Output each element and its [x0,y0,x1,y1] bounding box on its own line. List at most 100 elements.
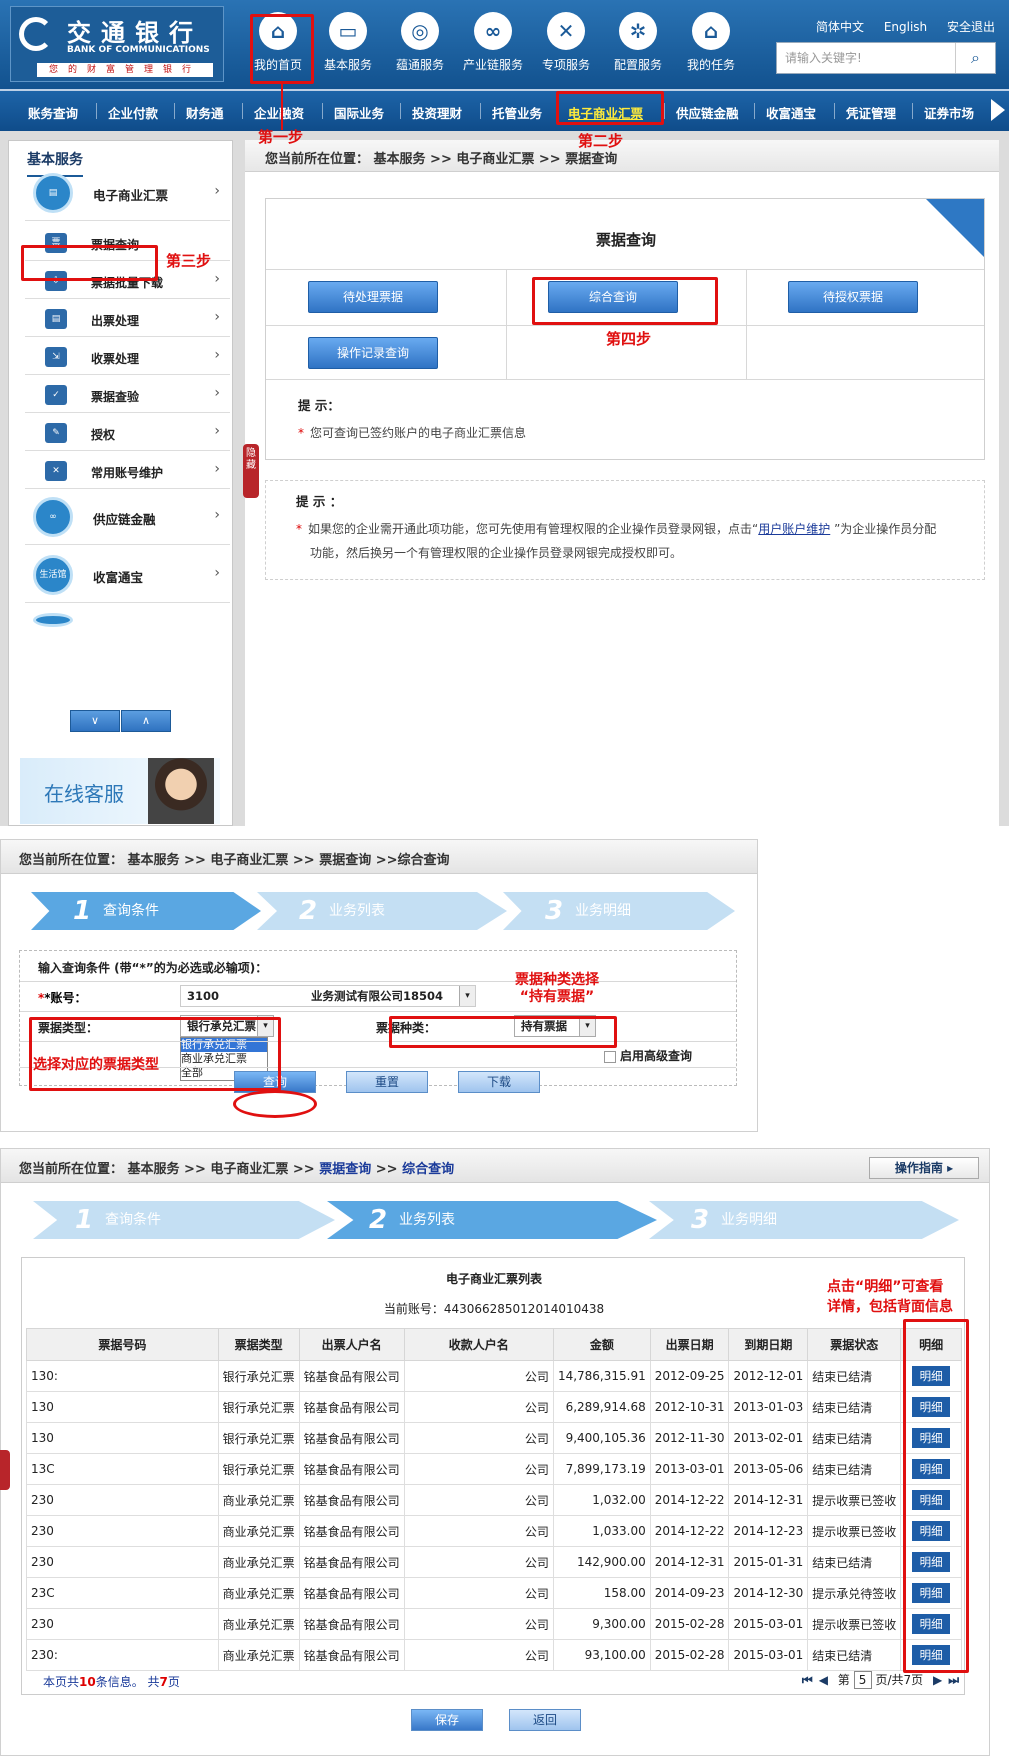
reset-button[interactable]: 重置 [346,1071,428,1093]
section-main-menu: 交通银行 BANK OF COMMUNICATIONS 您的财富管理银行 ⌂ 我的… [0,0,1009,826]
highlight-home [250,14,314,84]
pending-authorize-button[interactable]: 待授权票据 [788,281,918,313]
top-links: 简体中文 English 安全退出 [800,18,995,35]
table-cell: 2013-05-06 [728,1453,809,1485]
menu-item-3[interactable]: 企业融资 [254,103,304,122]
section-query-conditions: 您当前所在位置： 基本服务 >> 电子商业汇票 >> 票据查询 >>综合查询 1… [0,839,758,1132]
sidebar-subitem-6[interactable]: ✕ 常用账号维护 › [25,453,230,489]
table-cell: 银行承兑汇票 [217,1422,300,1454]
topnav-label: 蕴通服务 [395,58,444,72]
menu-item-11[interactable]: 证券市场 [924,103,974,122]
checkbox[interactable] [604,1050,616,1063]
topnav-item-4[interactable]: ✕ 专项服务 [530,12,602,73]
pending-bills-button[interactable]: 待处理票据 [308,281,438,313]
menu-item-8[interactable]: 供应链金融 [676,103,739,122]
table-cell: 2015-01-31 [728,1546,809,1578]
search-input[interactable]: 请输入关键字! ⌕ [776,42,996,74]
topnav-item-5[interactable]: ✲ 配置服务 [602,12,674,73]
service-avatar [148,758,214,824]
table-cell: 商业承兑汇票 [217,1484,300,1516]
operation-log-button[interactable]: 操作记录查询 [308,337,438,369]
table-cell: 2013-03-01 [649,1453,730,1485]
authorize-icon: ✎ [45,423,67,443]
main-menu-bar: 账务查询 企业付款 财务通 企业融资 国际业务 投资理财 托管业务 电子商业汇票 供应链金融 收富… [0,89,1009,131]
bill-query-link[interactable]: 票据查询 [319,1162,371,1177]
form-title: 输入查询条件 (带“*”的为必选或必输项)： [38,961,268,975]
sidebar-item-ebill[interactable]: ▤ 电子商业汇票 › [25,165,230,221]
menu-item-9[interactable]: 收富通宝 [766,103,816,122]
menu-item-6[interactable]: 托管业务 [492,103,542,122]
sidebar-subitem-3[interactable]: ⇲ 收票处理 › [25,339,230,375]
topnav-item-1[interactable]: ▭ 基本服务 [312,12,384,73]
column-header: 票据状态 [807,1328,902,1361]
search-icon[interactable]: ⌕ [955,43,995,73]
table-cell: 结束已结清 [807,1546,902,1578]
table-cell: 2013-02-01 [728,1422,809,1454]
back-button[interactable]: 返回 [509,1709,581,1731]
table-row: 230 商业承兑汇票 铭基食品有限公司 公司 1,033.00 2014-12-22 201… [26,1515,962,1547]
operation-guide-button[interactable]: 操作指南 ▸ [869,1157,979,1179]
sidebar-subitem-label: 票据查验 [91,390,140,404]
lang-en-link[interactable]: English [884,20,927,34]
user-account-maintenance-link[interactable]: 用户账户维护 [758,522,830,536]
prev-page-icon[interactable]: ◀ [819,1673,828,1687]
table-cell: 9,400,105.36 [552,1422,651,1454]
table-cell: 银行承兑汇票 [217,1360,300,1392]
sidebar-item-label: 电子商业汇票 [93,188,169,203]
table-row: 230 商业承兑汇票 铭基食品有限公司 公司 9,300.00 2015-02-28 201… [26,1608,962,1640]
menu-item-2[interactable]: 财务通 [186,103,224,122]
table-cell: 铭基食品有限公司 [298,1422,405,1454]
logout-link[interactable]: 安全退出 [947,20,995,34]
download-button[interactable]: 下载 [458,1071,540,1093]
advanced-query-toggle[interactable]: 启用高级查询 [604,1047,692,1064]
scroll-up-button[interactable]: ∧ [121,710,171,732]
scroll-down-button[interactable]: ∨ [70,710,120,732]
online-service-banner[interactable]: 在线客服 [20,758,220,824]
topnav-item-6[interactable]: ⌂ 我的任务 [675,12,747,73]
account-select[interactable]: 3100 业务测试有限公司18504 ▾ [180,985,476,1007]
table-cell: 提示承兑待签收 [807,1577,902,1609]
partial-icon [33,613,73,627]
sidebar-subitem-4[interactable]: ✓ 票据查验 › [25,377,230,413]
topnav-item-3[interactable]: ∞ 产业链服务 [457,12,529,73]
menu-item-0[interactable]: 账务查询 [28,103,78,122]
sidebar-subitem-5[interactable]: ✎ 授权 › [25,415,230,451]
hide-sidebar-tab[interactable]: 隐藏 [243,444,259,498]
sidebar-item-shoufu[interactable]: 生活馆 收富通宝 › [25,547,230,603]
menu-item-4[interactable]: 国际业务 [334,103,384,122]
sidebar-subitem-2[interactable]: ▤ 出票处理 › [25,301,230,337]
table-cell: 130 [26,1391,219,1423]
next-page-icon[interactable]: ▶ [933,1673,942,1687]
logo-en-text: BANK OF COMMUNICATIONS [67,45,210,55]
chevron-right-icon: › [214,309,220,325]
menu-next-arrow-icon[interactable] [991,99,1005,121]
sidebar-item-supply-chain[interactable]: ∞ 供应链金融 › [25,489,230,545]
table-cell: 商业承兑汇票 [217,1546,300,1578]
save-button[interactable]: 保存 [411,1709,483,1731]
table-cell: 公司 [403,1546,554,1578]
note-detail: 点击“明细”可查看 详情，包括背面信息 [827,1279,953,1315]
logo-slogan: 您的财富管理银行 [37,63,213,77]
first-page-icon[interactable]: ⏮ [802,1673,813,1687]
table-cell: 7,899,173.19 [552,1453,651,1485]
comprehensive-query-link[interactable]: 综合查询 [402,1162,454,1177]
table-cell: 1,032.00 [552,1484,651,1516]
table-cell: 142,900.00 [552,1546,651,1578]
menu-item-5[interactable]: 投资理财 [412,103,462,122]
receive-icon: ⇲ [45,347,67,367]
tip-title-2: 提 示 ： [296,494,343,509]
chevron-right-icon: › [214,183,220,199]
lang-cn-link[interactable]: 简体中文 [816,20,864,34]
table-cell: 商业承兑汇票 [217,1608,300,1640]
panel-title: 票据查询 [595,231,656,249]
side-tab-marker[interactable] [0,1450,10,1490]
printer-icon: ▤ [45,309,67,329]
last-page-icon[interactable]: ⏭ [948,1673,959,1687]
menu-item-1[interactable]: 企业付款 [108,103,158,122]
topnav-item-2[interactable]: ◎ 蕴通服务 [384,12,456,73]
page-number-input[interactable]: 5 [853,1671,872,1689]
bank-logo[interactable]: 交通银行 BANK OF COMMUNICATIONS 您的财富管理银行 [10,6,224,82]
menu-item-10[interactable]: 凭证管理 [846,103,896,122]
wrench-icon: ✕ [45,461,67,481]
table-cell: 铭基食品有限公司 [298,1577,405,1609]
